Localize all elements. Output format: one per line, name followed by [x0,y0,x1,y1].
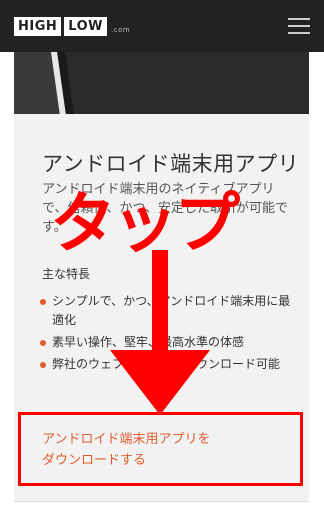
logo-low: LOW [64,16,107,36]
download-link-line2: ダウンロードする [42,453,147,468]
features-heading: 主な特長 [42,267,91,281]
hamburger-icon[interactable] [288,18,310,34]
site-header: HIGH LOW .com [0,0,324,52]
download-link-line1: アンドロイド端末用アプリを [42,432,211,447]
phone-image [44,52,309,114]
down-arrow-icon [110,250,210,415]
download-android-app-link[interactable]: アンドロイド端末用アプリを ダウンロードする [42,429,210,471]
logo-high: HIGH [14,16,62,36]
app-screenshot-banner [14,52,309,114]
highlow-logo[interactable]: HIGH LOW .com [14,15,130,37]
logo-domain: .com [111,26,131,34]
